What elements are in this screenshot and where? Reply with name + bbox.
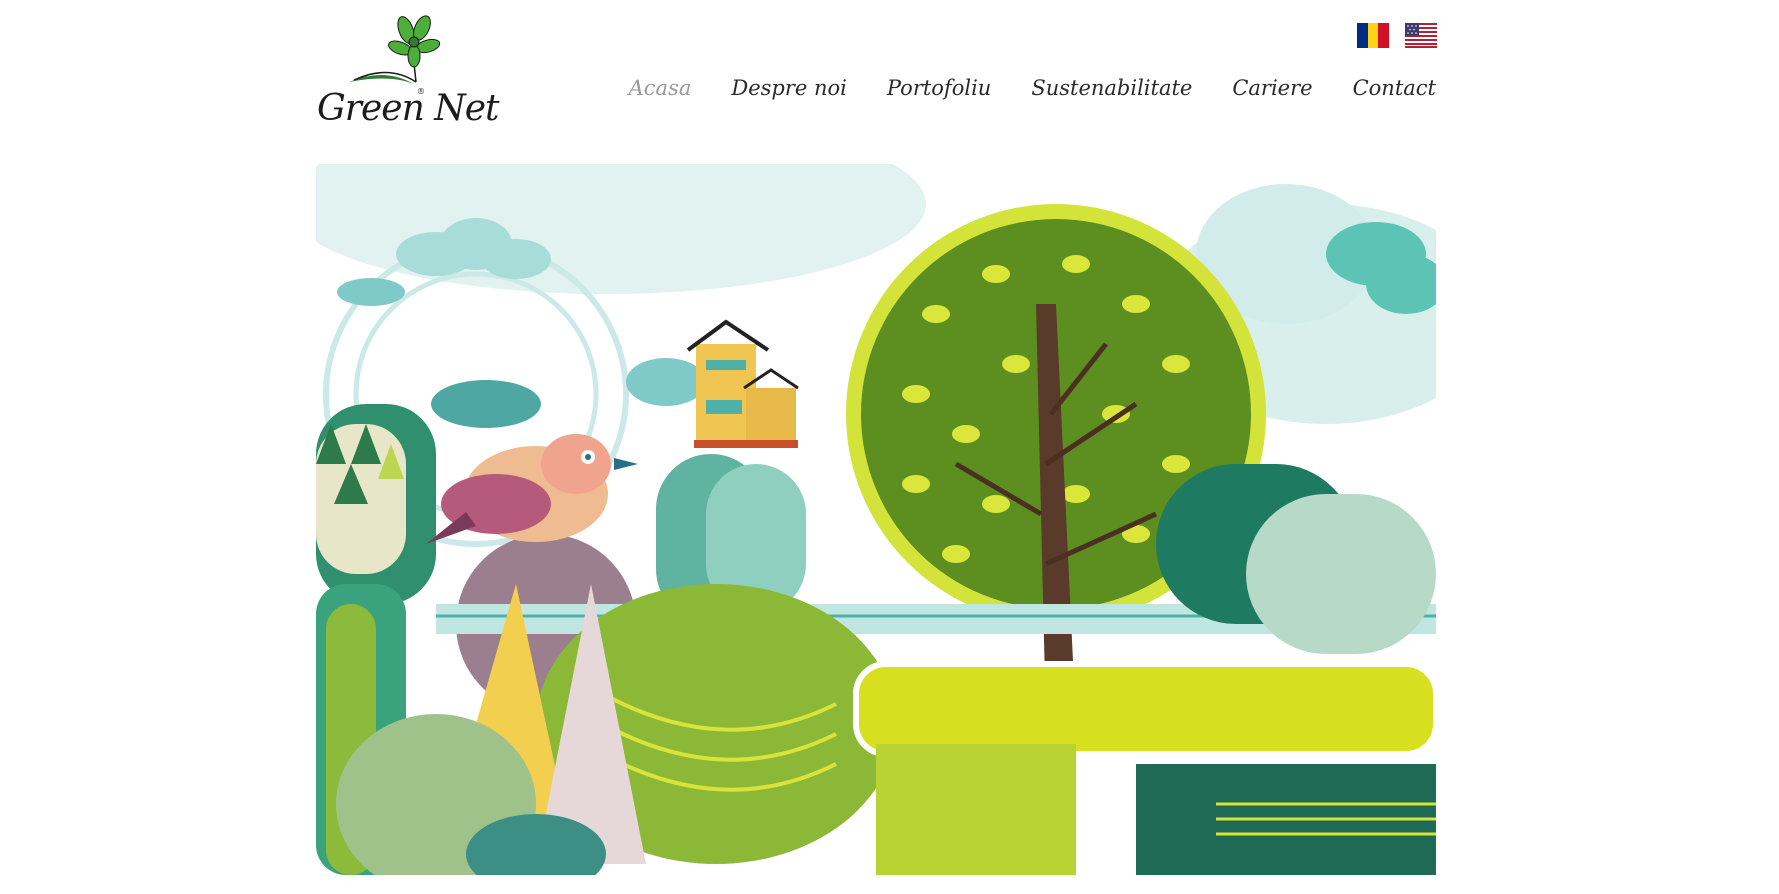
- hero-illustration: [316, 164, 1436, 875]
- nav-item-contact[interactable]: Contact: [1353, 76, 1436, 100]
- brand-name: Green Net: [317, 88, 499, 129]
- main-nav: Acasa Despre noi Portofoliu Sustenabilit…: [629, 76, 1436, 100]
- nature-landscape-illustration: [316, 164, 1436, 875]
- language-switcher: [1357, 23, 1437, 48]
- site-logo[interactable]: ® Green Net: [314, 12, 499, 129]
- usa-flag-icon[interactable]: [1405, 23, 1437, 48]
- nav-item-cariere[interactable]: Cariere: [1232, 76, 1312, 100]
- romania-flag-icon[interactable]: [1357, 23, 1389, 48]
- nav-item-despre-noi[interactable]: Despre noi: [731, 76, 847, 100]
- nav-item-portofoliu[interactable]: Portofoliu: [887, 76, 991, 100]
- nav-item-acasa[interactable]: Acasa: [629, 76, 692, 100]
- green-flower-icon: ®: [349, 15, 441, 96]
- nav-item-sustenabilitate[interactable]: Sustenabilitate: [1031, 76, 1192, 100]
